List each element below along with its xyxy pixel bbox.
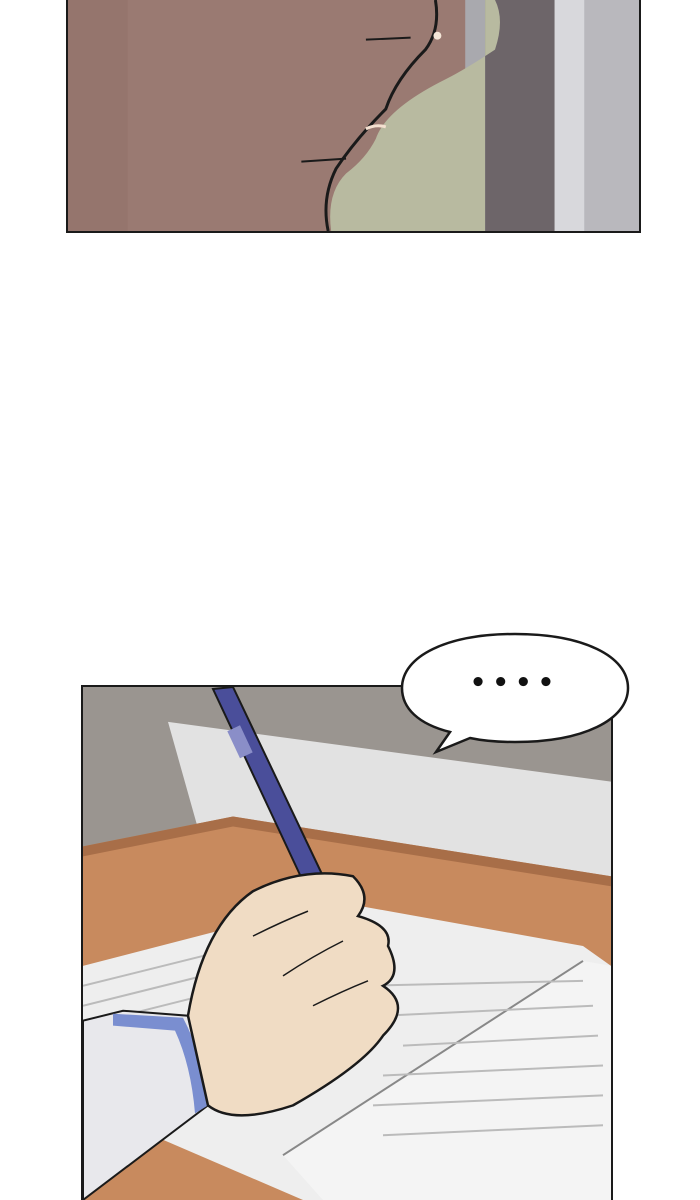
writing-scene-illustration: [83, 687, 611, 1200]
speech-bubble-text: ••••: [469, 668, 561, 698]
top-panel: [66, 0, 641, 233]
bottom-panel: [81, 685, 613, 1200]
speech-bubble: ••••: [398, 628, 632, 756]
face-closeup-illustration: [68, 0, 639, 231]
